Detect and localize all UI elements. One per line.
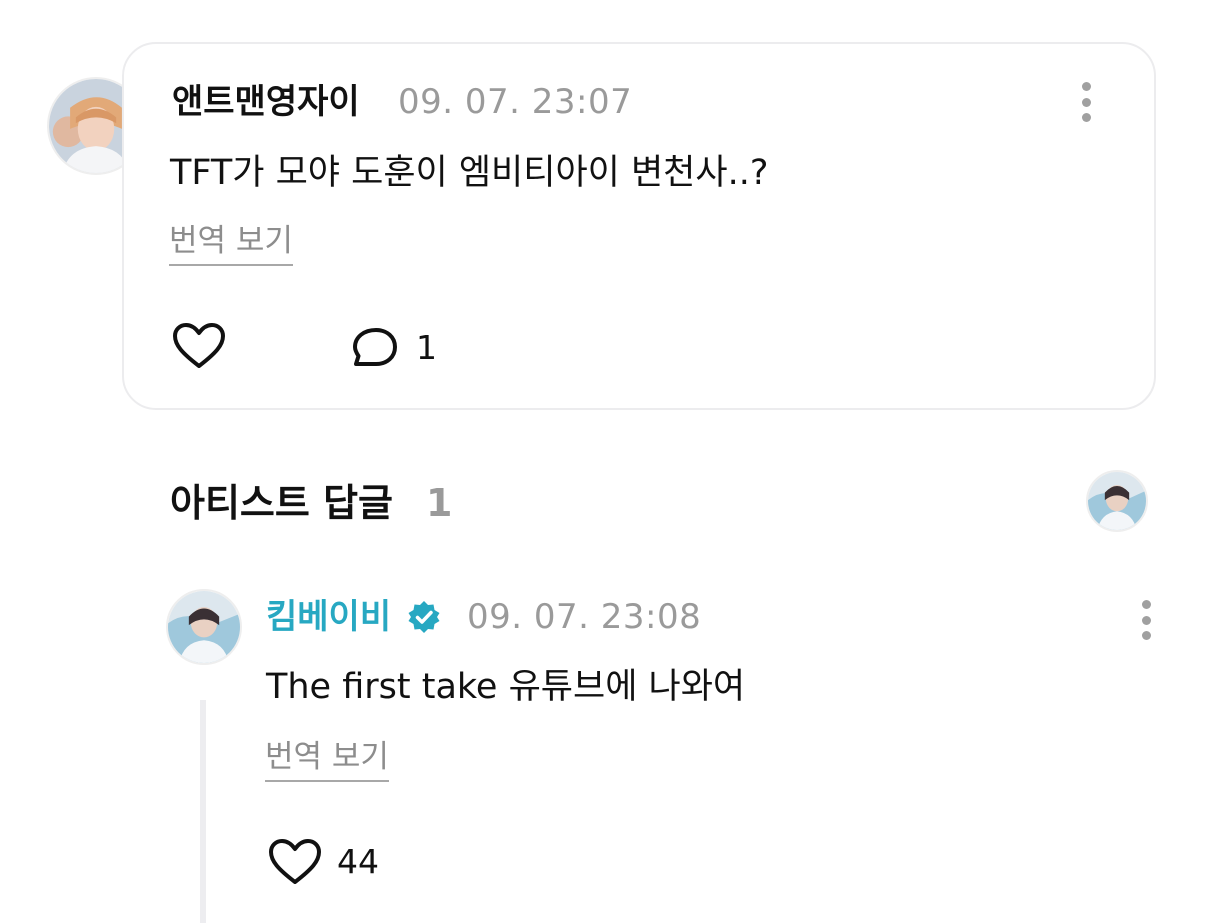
reply-author[interactable]: 킴베이비 bbox=[266, 597, 391, 637]
comment-timestamp: 09. 07. 23:07 bbox=[398, 82, 633, 122]
comment-reply-count: 1 bbox=[416, 328, 437, 367]
reply-like-count: 44 bbox=[337, 842, 379, 881]
comment-more-icon[interactable] bbox=[1071, 80, 1101, 124]
reply-more-icon[interactable] bbox=[1131, 598, 1161, 642]
reply-translate-link[interactable]: 번역 보기 bbox=[265, 738, 389, 782]
reply-like-icon[interactable] bbox=[268, 838, 322, 886]
comment-like-icon[interactable] bbox=[172, 322, 226, 370]
reply-timestamp: 09. 07. 23:08 bbox=[467, 597, 702, 637]
comment-translate-link[interactable]: 번역 보기 bbox=[169, 222, 293, 266]
reply-text: The first take 유튜브에 나와여 bbox=[266, 667, 746, 707]
reply-author-avatar[interactable] bbox=[166, 589, 242, 665]
comment-reply-icon[interactable] bbox=[351, 326, 401, 370]
comment-text: TFT가 모야 도훈이 엠비티아이 변천사..? bbox=[170, 153, 769, 193]
comment-author[interactable]: 앤트맨영자이 bbox=[172, 82, 360, 122]
artist-reply-avatar-icon[interactable] bbox=[1086, 470, 1148, 532]
thread-connector-line bbox=[200, 700, 206, 923]
artist-replies-title: 아티스트 답글 bbox=[170, 481, 393, 525]
verified-badge-icon bbox=[408, 601, 440, 633]
artist-replies-count: 1 bbox=[426, 481, 453, 525]
